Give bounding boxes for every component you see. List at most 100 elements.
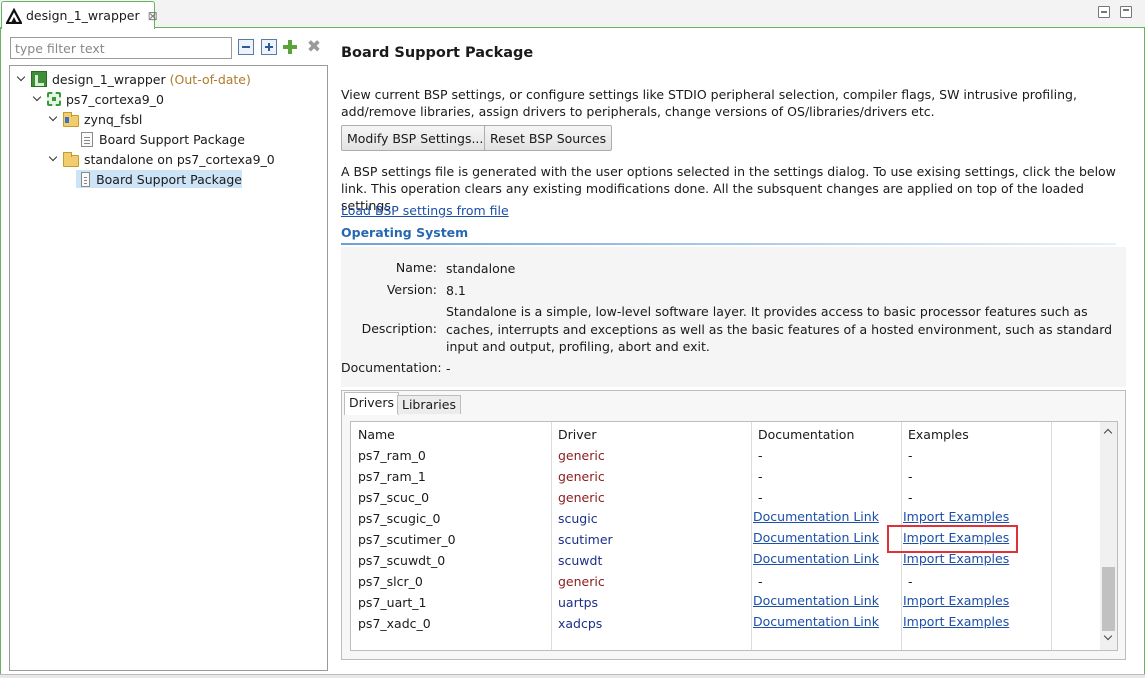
os-documentation-value: - [446,361,451,376]
tree-item-standalone-bsp[interactable]: Board Support Package [76,170,242,188]
column-header-examples[interactable]: Examples [908,427,969,442]
cell-name: ps7_ram_0 [358,448,426,463]
section-divider [341,243,1116,245]
table-row: ps7_uart_1 uartps Documentation Link Imp… [351,592,1101,613]
import-examples-link[interactable]: Import Examples [903,509,1009,524]
os-section-title: Operating System [341,225,469,240]
table-row: ps7_ram_1 generic - - [351,466,1101,487]
column-header-driver[interactable]: Driver [558,427,596,442]
chevron-down-icon[interactable] [32,94,42,104]
os-documentation-label: Documentation: [341,360,442,375]
add-icon[interactable] [282,39,298,55]
cell-name: ps7_scuc_0 [358,490,430,505]
close-icon[interactable]: ⊠ [148,9,158,23]
cell-examples: - [908,574,913,589]
cell-driver: generic [558,469,605,484]
documentation-link[interactable]: Documentation Link [753,509,879,524]
column-header-documentation[interactable]: Documentation [758,427,854,442]
table-header: Name Driver Documentation Examples [351,422,1101,444]
cell-documentation: - [758,469,763,484]
os-version-value: 8.1 [446,283,466,298]
cell-documentation: - [758,448,763,463]
column-header-name[interactable]: Name [358,427,395,442]
documentation-link[interactable]: Documentation Link [753,530,879,545]
cell-documentation: - [758,490,763,505]
import-examples-link[interactable]: Import Examples [903,614,1009,629]
cell-driver: uartps [558,595,599,610]
tree-item-label: zynq_fsbl [84,111,143,127]
chevron-down-icon[interactable] [48,154,58,164]
cell-driver: generic [558,448,605,463]
documentation-link[interactable]: Documentation Link [753,551,879,566]
table-row: ps7_slcr_0 generic - - [351,571,1101,592]
platform-project-icon [31,71,47,87]
tree-item-standalone[interactable]: standalone on ps7_cortexa9_0 [48,150,275,168]
editor-tab-title: design_1_wrapper [26,8,140,23]
document-icon [81,171,91,187]
editor-tab-design-1-wrapper[interactable]: design_1_wrapper ⊠ [1,1,158,29]
drivers-table: Name Driver Documentation Examples ps7_r… [350,421,1118,651]
reset-bsp-sources-button[interactable]: Reset BSP Sources [484,125,613,151]
tree-item-label: Board Support Package [96,171,242,187]
bsp-tree-panel: ✖ design_1_wrapper (Out-of-date) ps7_cor… [9,35,329,671]
load-bsp-settings-link[interactable]: Load BSP settings from file [341,202,509,219]
tree-item-project[interactable]: design_1_wrapper (Out-of-date) [16,70,251,88]
table-row: ps7_scuc_0 generic - - [351,487,1101,508]
collapse-all-icon[interactable] [238,39,254,55]
table-row: ps7_ram_0 generic - - [351,445,1101,466]
cell-driver: scugic [558,511,598,526]
xilinx-logo-icon [5,7,23,24]
import-examples-link[interactable]: Import Examples [903,551,1009,566]
tree-item-zynq-fsbl[interactable]: zynq_fsbl [48,110,142,128]
tree-item-fsbl-bsp[interactable]: Board Support Package [79,130,245,148]
bottom-border [0,674,1145,678]
cell-driver: scutimer [558,532,613,547]
modify-bsp-settings-button[interactable]: Modify BSP Settings... [341,125,490,151]
cell-driver: xadcps [558,616,603,631]
scroll-up-icon[interactable] [1104,428,1112,436]
tree-item-label: design_1_wrapper [52,71,166,87]
tree-item-label: standalone on ps7_cortexa9_0 [84,151,275,167]
cell-driver: generic [558,574,605,589]
highlight-annotation [887,525,1018,553]
maximize-button[interactable] [1120,6,1132,18]
page-title: Board Support Package [341,45,534,61]
intro-text: View current BSP settings, or configure … [341,87,1077,119]
remove-icon[interactable]: ✖ [306,39,322,56]
filter-input[interactable] [10,37,232,59]
cell-examples: - [908,448,913,463]
scroll-down-icon[interactable] [1104,634,1112,642]
cell-name: ps7_scuwdt_0 [358,553,446,568]
os-name-label: Name: [395,260,437,275]
minimize-button[interactable] [1098,6,1110,18]
import-examples-link[interactable]: Import Examples [903,593,1009,608]
documentation-link[interactable]: Documentation Link [753,614,879,629]
os-version-label: Version: [386,282,437,297]
cell-name: ps7_uart_1 [358,595,427,610]
cell-documentation: - [758,574,763,589]
tree-item-label: ps7_cortexa9_0 [66,91,164,107]
os-name-value: standalone [446,261,516,276]
scrollbar-thumb[interactable] [1102,567,1115,631]
tab-drivers[interactable]: Drivers [344,392,399,415]
domain-folder-icon [63,151,79,167]
document-icon [81,131,93,147]
documentation-link[interactable]: Documentation Link [753,593,879,608]
os-section: Name: standalone Version: 8.1 Descriptio… [341,247,1126,387]
tree-item-cpu[interactable]: ps7_cortexa9_0 [32,90,164,108]
tree-item-label: Board Support Package [99,131,245,147]
cell-driver: scuwdt [558,553,603,568]
chevron-down-icon[interactable] [16,74,26,84]
cell-examples: - [908,469,913,484]
cell-name: ps7_slcr_0 [358,574,423,589]
tree-item-status: (Out-of-date) [169,71,251,87]
cell-name: ps7_ram_1 [358,469,426,484]
tab-libraries[interactable]: Libraries [397,395,461,414]
os-description-value: Standalone is a simple, low-level softwa… [446,304,1113,354]
table-scrollbar[interactable] [1100,422,1117,650]
table-row: ps7_xadc_0 xadcps Documentation Link Imp… [351,613,1101,634]
cell-name: ps7_scugic_0 [358,511,441,526]
chevron-down-icon[interactable] [48,114,58,124]
expand-all-icon[interactable] [261,39,277,55]
domain-folder-icon [63,111,79,127]
